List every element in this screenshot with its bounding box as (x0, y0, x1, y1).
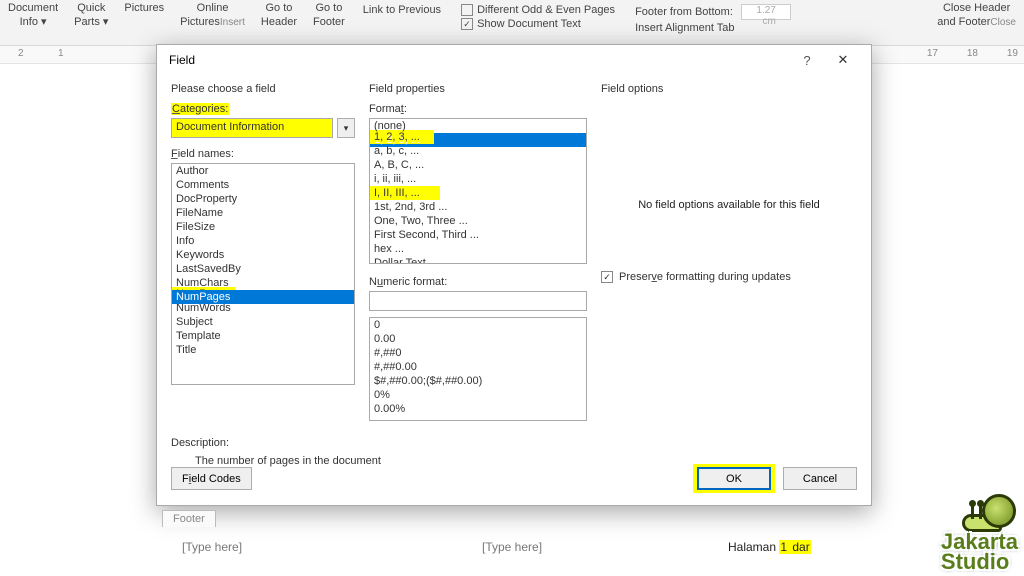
ribbon-group-close: Close (990, 17, 1016, 28)
field-properties-heading: Field properties (369, 83, 587, 95)
chevron-down-icon[interactable]: ▾ (337, 118, 355, 138)
cancel-button[interactable]: Cancel (783, 467, 857, 490)
checkbox-icon: ✓ (461, 18, 473, 30)
ribbon-pictures[interactable]: Pictures (116, 0, 172, 45)
ribbon-group-insert: Insert (220, 17, 245, 28)
ribbon-goto-header[interactable]: Go to Header (253, 0, 305, 45)
footer-tab[interactable]: Footer (162, 510, 216, 527)
checkbox-icon (461, 4, 473, 16)
help-button[interactable]: ? (791, 53, 823, 68)
ribbon: Document Info ▾ Quick Parts ▾ Pictures O… (0, 0, 1024, 46)
description-label: Description: (171, 437, 857, 449)
format-label: Format: (369, 103, 407, 115)
choose-field-heading: Please choose a field (171, 83, 355, 95)
ribbon-diff-odd-even[interactable]: Different Odd & Even Pages (461, 4, 615, 16)
numeric-format-input[interactable] (369, 291, 587, 311)
field-names-label: Field names: (171, 148, 234, 160)
ribbon-goto-footer[interactable]: Go to Footer (305, 0, 353, 45)
footer-bottom-value[interactable]: 1.27 cm (741, 4, 791, 20)
no-options-message: No field options available for this fiel… (601, 199, 857, 211)
watermark-logo: JakartaStudio (941, 532, 1018, 572)
ribbon-position-group: Footer from Bottom:1.27 cm Insert Alignm… (625, 0, 801, 45)
ribbon-close-header-footer[interactable]: Close Header and FooterClose (929, 0, 1024, 45)
checkbox-icon: ✓ (601, 271, 613, 283)
field-codes-button[interactable]: Field Codes (171, 467, 252, 490)
ribbon-online-pictures[interactable]: Online PicturesInsert (172, 0, 253, 45)
dialog-title: Field (169, 53, 195, 67)
ribbon-doc-info[interactable]: Document Info ▾ (0, 0, 66, 45)
preserve-formatting-checkbox[interactable]: ✓ Preserve formatting during updates (601, 271, 857, 283)
ribbon-options-group: Different Odd & Even Pages ✓Show Documen… (451, 0, 625, 45)
footer-page-text[interactable]: Halaman 1 dar (728, 540, 811, 554)
format-listbox[interactable]: (none)1, 2, 3, ...1, 2, 3, ...a, b, c, .… (369, 118, 587, 264)
ok-button[interactable]: OK (697, 467, 771, 490)
snail-mascot-icon (962, 492, 1016, 532)
ribbon-quick-parts[interactable]: Quick Parts ▾ (66, 0, 116, 45)
dialog-titlebar[interactable]: Field ? ✕ (157, 45, 871, 75)
numeric-format-label: Numeric format: (369, 276, 447, 288)
ribbon-footer-bottom[interactable]: Footer from Bottom:1.27 cm (635, 4, 791, 20)
footer-placeholder-left[interactable]: [Type here] (182, 540, 242, 554)
categories-label: Categories: (171, 103, 229, 115)
categories-select[interactable]: Document Information (171, 118, 333, 138)
ribbon-show-doc-text[interactable]: ✓Show Document Text (461, 18, 615, 30)
footer-placeholder-center[interactable]: [Type here] (482, 540, 542, 554)
field-names-listbox[interactable]: AuthorCommentsDocPropertyFileNameFileSiz… (171, 163, 355, 385)
field-options-heading: Field options (601, 83, 857, 95)
numeric-format-listbox[interactable]: 00.00#,##0#,##0.00$#,##0.00;($#,##0.00)0… (369, 317, 587, 421)
close-button[interactable]: ✕ (823, 52, 863, 68)
ribbon-link-previous[interactable]: Link to Previous (363, 4, 441, 16)
field-dialog: Field ? ✕ Please choose a field Categori… (156, 44, 872, 506)
ribbon-nav-group: Link to Previous (353, 0, 451, 45)
